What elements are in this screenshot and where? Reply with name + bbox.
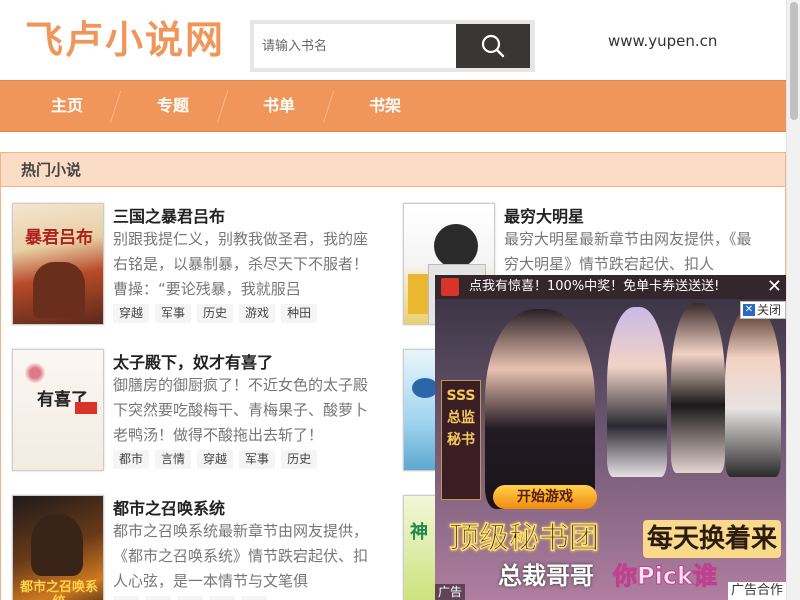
cover-decoration: [408, 274, 428, 314]
cover-glyph: 神: [410, 522, 428, 543]
cover-title: 暴君吕布: [25, 228, 93, 248]
ad-character: [725, 307, 781, 477]
book-title[interactable]: 太子殿下，奴才有喜了: [113, 349, 273, 373]
tag[interactable]: 都市: [113, 450, 150, 469]
cover-seal: [75, 402, 97, 414]
book-tags: 都市 言情 穿越 军事 历史: [113, 450, 323, 469]
tag[interactable]: 军事: [155, 304, 192, 323]
tag[interactable]: [209, 596, 235, 600]
nav-item-home[interactable]: 主页: [17, 81, 117, 131]
ad-character: [671, 303, 725, 473]
tag[interactable]: 言情: [155, 450, 192, 469]
ad-sub-right: 你Pick谁: [612, 562, 718, 591]
tag[interactable]: [241, 596, 267, 600]
ad-close-label: 关闭: [756, 303, 781, 317]
book-tags: 穿越 军事 历史 游戏 种田: [113, 304, 323, 323]
site-url: www.yupen.cn: [608, 32, 718, 50]
ad-character: [485, 309, 595, 509]
popup-ad[interactable]: 点我有惊喜！100%中奖！免单卡券送送送! ✕ ✕ 关闭 SSS总监秘书 开始游…: [435, 275, 786, 600]
book-description: 御膳房的御厨疯了！不近女色的太子殿下突然要吃酸梅干、青梅果子、酸萝卜老鸭汤！做得…: [113, 376, 369, 444]
book-item: 都市之召唤系统 都市之召唤系统 都市之召唤系统最新章节由网友提供，《都市之召唤系…: [12, 495, 392, 600]
book-description: 别跟我提仁义，别教我做圣君，我的座右铭是，以暴制暴，杀尽天下不服者！曹操：“要论…: [113, 230, 369, 298]
cover-blossom: [15, 356, 55, 390]
cover-figure: [434, 224, 478, 268]
tag[interactable]: 游戏: [239, 304, 276, 323]
book-title[interactable]: 三国之暴君吕布: [113, 203, 225, 227]
ad-headline[interactable]: 点我有惊喜！100%中奖！免单卡券送送送!: [435, 275, 786, 299]
section-title: 热门小说: [1, 153, 785, 187]
search-bar: [250, 20, 535, 72]
book-item: 有喜了 太子殿下，奴才有喜了 御膳房的御厨疯了！不近女色的太子殿下突然要吃酸梅干…: [12, 349, 392, 479]
ad-label: 广告: [435, 584, 466, 600]
ad-rank-badge: SSS总监秘书: [441, 380, 481, 500]
search-icon: [481, 34, 505, 58]
tag[interactable]: [177, 596, 203, 600]
ad-close-button[interactable]: ✕ 关闭: [739, 301, 786, 319]
book-tags: [113, 596, 273, 600]
cover-figure: [31, 514, 83, 576]
ad-sub-left: 总裁哥哥: [498, 562, 594, 590]
nav-item-topics[interactable]: 专题: [123, 81, 223, 131]
start-game-button[interactable]: 开始游戏: [493, 485, 597, 509]
main-nav: 主页 专题 书单 书架: [0, 80, 786, 132]
page-scrollbar[interactable]: [786, 0, 800, 600]
site-logo[interactable]: 飞卢小说网: [25, 14, 225, 66]
book-description: 都市之召唤系统最新章节由网友提供，《都市之召唤系统》情节跌宕起伏、扣人心弦，是一…: [113, 522, 369, 590]
ad-banner: 顶级秘书团 每天换着来: [449, 518, 781, 560]
ad-banner-right: 每天换着来: [642, 520, 781, 558]
tag[interactable]: 穿越: [197, 450, 234, 469]
book-cover[interactable]: 暴君吕布: [12, 203, 104, 325]
book-cover[interactable]: 有喜了: [12, 349, 104, 471]
tag[interactable]: 种田: [281, 304, 318, 323]
cover-title: 都市之召唤系统: [19, 580, 98, 600]
book-title[interactable]: 都市之召唤系统: [113, 495, 225, 519]
book-cover[interactable]: 都市之召唤系统: [12, 495, 104, 600]
book-item: 暴君吕布 三国之暴君吕布 别跟我提仁义，别教我做圣君，我的座右铭是，以暴制暴，杀…: [12, 203, 392, 333]
red-envelope-icon: [441, 278, 459, 296]
book-title[interactable]: 最穷大明星: [504, 203, 584, 227]
ad-cooperation-link[interactable]: 广告合作: [727, 582, 786, 600]
tag[interactable]: 历史: [281, 450, 318, 469]
cover-figure: [33, 262, 85, 318]
search-input[interactable]: [254, 24, 456, 68]
search-button[interactable]: [456, 24, 530, 68]
ad-banner-left: 顶级秘书团: [449, 521, 600, 557]
nav-item-bookshelf[interactable]: 书架: [335, 81, 435, 131]
nav-item-booklists[interactable]: 书单: [229, 81, 329, 131]
close-box-icon: ✕: [742, 304, 755, 316]
tag[interactable]: 历史: [197, 304, 234, 323]
tag[interactable]: [113, 596, 139, 600]
site-header: 飞卢小说网 www.yupen.cn: [0, 0, 786, 80]
scrollbar-thumb[interactable]: [790, 2, 798, 120]
tag[interactable]: [145, 596, 171, 600]
tag[interactable]: 军事: [239, 450, 276, 469]
tag[interactable]: 穿越: [113, 304, 150, 323]
ad-character: [607, 307, 667, 477]
close-icon[interactable]: ✕: [767, 275, 782, 299]
